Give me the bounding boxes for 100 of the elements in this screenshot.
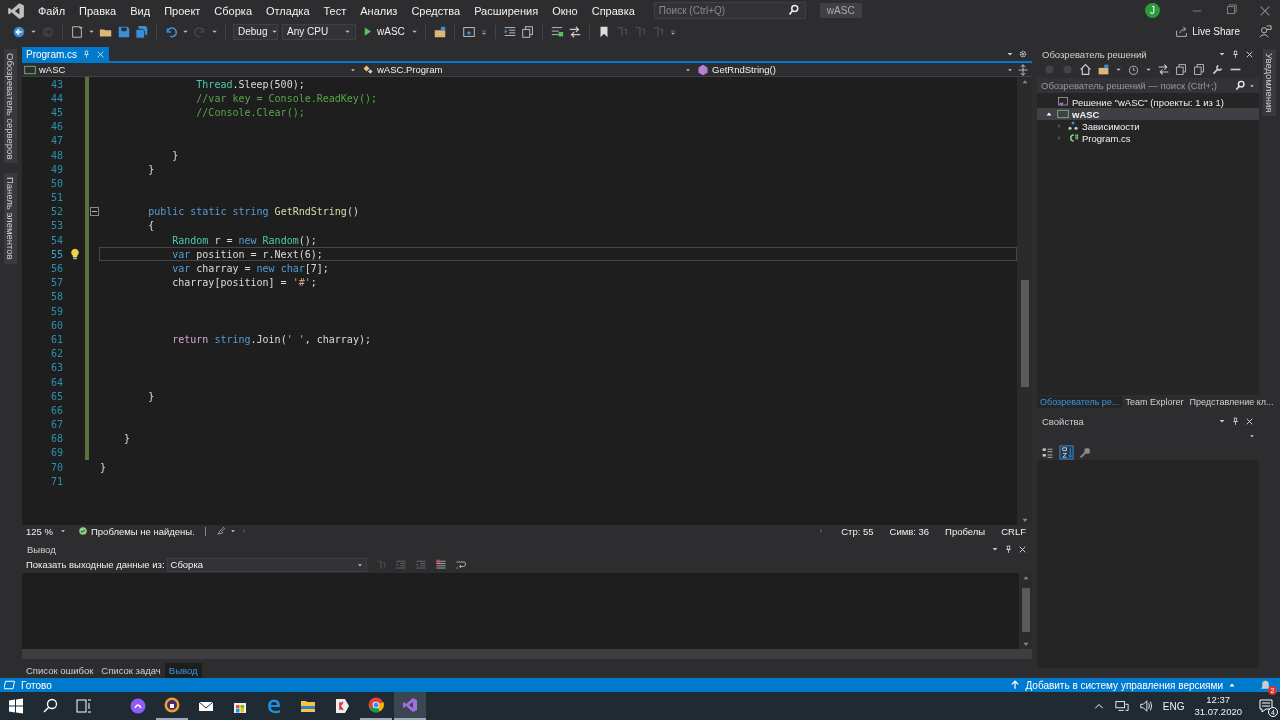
task-view-icon[interactable] [76,698,92,714]
undo-icon[interactable] [164,24,178,39]
chrome-browser-icon[interactable] [368,697,384,713]
split-icon[interactable] [1017,63,1029,76]
caret-icon[interactable] [1115,66,1122,73]
menu-item[interactable]: Справка [584,2,642,19]
home-icon[interactable] [1079,63,1092,76]
side-tab[interactable]: Обозреватель серверов [3,49,17,164]
horizontal-scrollbar[interactable] [22,649,1032,660]
pin-icon[interactable] [1004,545,1013,554]
caret-icon[interactable] [182,28,189,35]
feedback-icon[interactable] [1258,24,1272,39]
navigation-dropdown[interactable]: GetRndString() [695,62,1017,77]
start-icon[interactable] [8,698,24,714]
search-field[interactable]: Обозреватель решений — поиск (Ctrl+;) [1037,78,1259,93]
tree-item[interactable]: Program.cs [1037,132,1259,144]
clock[interactable]: 12:37 31.07.2020 [1194,694,1242,718]
notifications-icon[interactable] [1259,678,1272,692]
scroll-thumb[interactable] [1020,279,1029,387]
action-center-icon[interactable] [1258,698,1274,714]
sync-icon[interactable] [1157,63,1170,76]
browser-icon[interactable] [461,24,476,39]
comment-icon[interactable] [549,24,564,39]
caret-icon[interactable] [211,28,218,35]
configuration-dropdown[interactable]: Debug [233,23,278,40]
pin-icon[interactable] [1231,416,1240,426]
caret-icon[interactable] [1145,66,1152,73]
menu-item[interactable]: Проект [157,2,208,19]
overflow-icon[interactable] [479,27,488,36]
issues-indicator[interactable]: Проблемы не найдены. [78,526,195,537]
panel-tab[interactable]: Team Explorer [1122,396,1187,408]
volume-icon[interactable] [1138,699,1153,713]
visual-studio-icon[interactable] [402,697,418,713]
assistant-icon[interactable] [130,698,146,714]
panel-tab[interactable]: Список задач [97,662,165,678]
settings-icon[interactable] [1018,49,1028,59]
folder-icon[interactable] [300,698,316,714]
lightbulb-icon[interactable] [69,248,81,261]
tree-item[interactable]: Зависимости [1037,120,1259,132]
zoom-dropdown[interactable]: 125 % [22,526,70,537]
search-icon[interactable] [42,698,58,714]
categorized-icon[interactable] [1041,445,1054,459]
panel-tab[interactable]: Вывод [164,662,202,678]
status-text[interactable]: Стр: 55 [841,526,874,537]
panel-menu-icon[interactable] [1218,50,1226,58]
close-icon[interactable] [1245,416,1254,426]
tree-item[interactable]: Решение "wASC" (проекты: 1 из 1) [1037,96,1259,108]
tree-item[interactable]: wASC [1037,108,1259,120]
status-text[interactable]: CRLF [1001,526,1026,537]
navigation-dropdown[interactable]: wASC [22,62,360,77]
live-share-button[interactable]: Live Share [1175,25,1240,38]
close-icon[interactable] [1245,49,1254,59]
cleanup-icon[interactable] [215,526,226,537]
panel-tab[interactable]: Представление кл... [1186,396,1277,408]
navigation-dropdown[interactable]: wASC.Program [360,62,695,77]
save-all-icon[interactable] [135,24,149,39]
collapse-toggle[interactable] [89,207,99,217]
run-button[interactable]: wASC [360,26,407,37]
caret-icon[interactable] [30,28,37,35]
menu-item[interactable]: Отладка [259,2,317,19]
property-pages-icon[interactable] [1079,445,1092,459]
collapse-all-icon[interactable] [1175,63,1188,76]
menu-item[interactable]: Анализ [353,2,405,19]
panel-menu-icon[interactable] [1218,417,1226,425]
browser-icon[interactable] [164,697,180,713]
uncomment-icon[interactable] [567,24,582,39]
properties-icon[interactable] [1211,63,1224,76]
menu-item[interactable]: Файл [31,2,73,19]
menu-item[interactable]: Тест [316,2,354,19]
status-text[interactable]: Пробелы [945,526,986,537]
clear-all-icon[interactable] [434,559,447,571]
output-source-dropdown[interactable]: Сборка [166,558,367,572]
menu-item[interactable]: Сборка [207,2,259,19]
menu-item[interactable]: Окно [545,2,585,19]
alphabetical-icon[interactable] [1059,444,1074,460]
folder-icon[interactable] [432,24,447,39]
account-avatar[interactable]: J [1145,3,1160,18]
word-wrap-icon[interactable] [454,559,467,571]
side-tab[interactable]: Уведомления [1262,49,1276,117]
platform-dropdown[interactable]: Any CPU [282,23,356,40]
scrollbar[interactable] [1019,573,1032,650]
save-icon[interactable] [117,24,131,39]
search-icon[interactable] [1235,80,1246,91]
menu-item[interactable]: Расширения [467,2,546,19]
search-icon[interactable] [787,4,800,16]
scroll-thumb[interactable] [1021,587,1030,633]
pending-changes-icon[interactable] [1127,63,1140,76]
caret-icon[interactable] [410,28,418,35]
new-project-icon[interactable] [70,24,84,39]
side-tab[interactable]: Панель элементов [3,173,17,264]
search-field[interactable]: Поиск (Ctrl+Q) [653,2,806,19]
caret-icon[interactable] [229,528,236,535]
pages-icon[interactable] [520,24,535,39]
panel-tab[interactable]: Список ошибок [22,662,98,678]
language-indicator[interactable]: ENG [1162,700,1185,712]
scrollbar[interactable] [1017,77,1032,526]
caret-icon[interactable] [1249,82,1255,89]
close-icon[interactable] [1018,545,1027,554]
menu-item[interactable]: Вид [123,2,158,19]
show-all-files-icon[interactable] [1193,63,1206,76]
